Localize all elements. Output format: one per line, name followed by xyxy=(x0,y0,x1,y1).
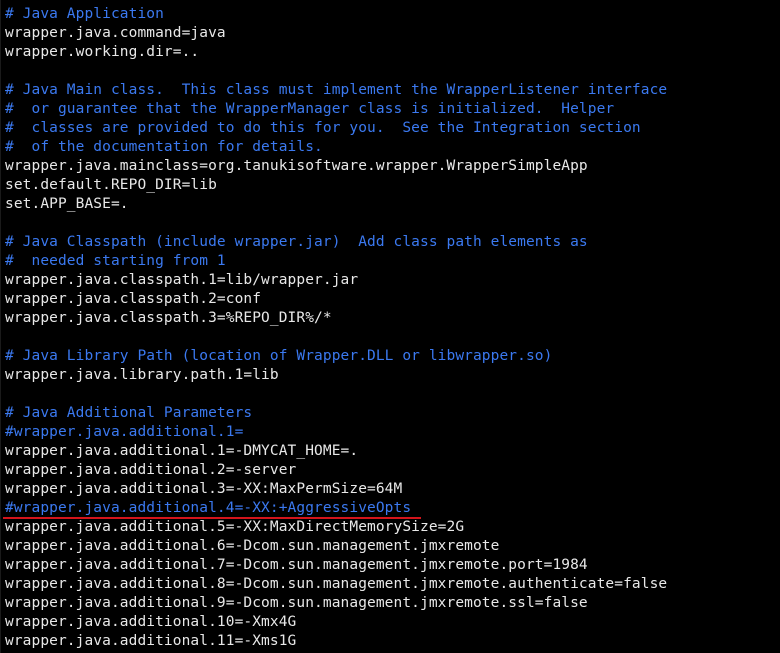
terminal-window[interactable]: # Java Application wrapper.java.command=j… xyxy=(0,0,780,653)
config-line[interactable]: wrapper.java.classpath.1=lib/wrapper.jar xyxy=(5,271,667,290)
blank-line[interactable] xyxy=(5,214,667,233)
config-line[interactable]: wrapper.java.command=java xyxy=(5,24,667,43)
comment-line[interactable]: #wrapper.java.additional.1= xyxy=(5,423,667,442)
blank-line[interactable] xyxy=(5,62,667,81)
blank-line[interactable] xyxy=(5,385,667,404)
config-line[interactable]: wrapper.java.additional.5=-XX:MaxDirectM… xyxy=(5,518,667,537)
config-line[interactable]: wrapper.java.additional.11=-Xms1G xyxy=(5,632,667,651)
comment-line[interactable]: # Java Main class. This class must imple… xyxy=(5,81,667,100)
config-line[interactable]: wrapper.java.additional.1=-DMYCAT_HOME=. xyxy=(5,442,667,461)
blank-line[interactable] xyxy=(5,328,667,347)
comment-line[interactable]: # of the documentation for details. xyxy=(5,138,667,157)
config-line[interactable]: wrapper.java.additional.8=-Dcom.sun.mana… xyxy=(5,575,667,594)
comment-line[interactable]: # Java Classpath (include wrapper.jar) A… xyxy=(5,233,667,252)
comment-line[interactable]: # classes are provided to do this for yo… xyxy=(5,119,667,138)
comment-line[interactable]: # Java Additional Parameters xyxy=(5,404,667,423)
highlight-underline xyxy=(3,517,421,519)
config-line[interactable]: wrapper.working.dir=.. xyxy=(5,43,667,62)
config-line[interactable]: wrapper.java.classpath.2=conf xyxy=(5,290,667,309)
config-line[interactable]: wrapper.java.additional.2=-server xyxy=(5,461,667,480)
config-line[interactable]: wrapper.java.additional.3=-XX:MaxPermSiz… xyxy=(5,480,667,499)
config-line[interactable]: wrapper.java.additional.7=-Dcom.sun.mana… xyxy=(5,556,667,575)
config-line[interactable]: wrapper.java.mainclass=org.tanukisoftwar… xyxy=(5,157,667,176)
comment-line[interactable]: # Java Library Path (location of Wrapper… xyxy=(5,347,667,366)
config-line[interactable]: wrapper.java.library.path.1=lib xyxy=(5,366,667,385)
comment-line[interactable]: # or guarantee that the WrapperManager c… xyxy=(5,100,667,119)
highlighted-config-line[interactable]: #wrapper.java.additional.4=-XX:+Aggressi… xyxy=(5,499,667,518)
config-line[interactable]: wrapper.java.additional.9=-Dcom.sun.mana… xyxy=(5,594,667,613)
config-line[interactable]: wrapper.java.classpath.3=%REPO_DIR%/* xyxy=(5,309,667,328)
comment-line[interactable]: # needed starting from 1 xyxy=(5,252,667,271)
config-line[interactable]: wrapper.java.additional.6=-Dcom.sun.mana… xyxy=(5,537,667,556)
config-line[interactable]: set.default.REPO_DIR=lib xyxy=(5,176,667,195)
config-file-content[interactable]: # Java Application wrapper.java.command=j… xyxy=(5,5,667,651)
config-line[interactable]: wrapper.java.additional.10=-Xmx4G xyxy=(5,613,667,632)
config-line[interactable]: set.APP_BASE=. xyxy=(5,195,667,214)
comment-line[interactable]: # Java Application xyxy=(5,5,667,24)
